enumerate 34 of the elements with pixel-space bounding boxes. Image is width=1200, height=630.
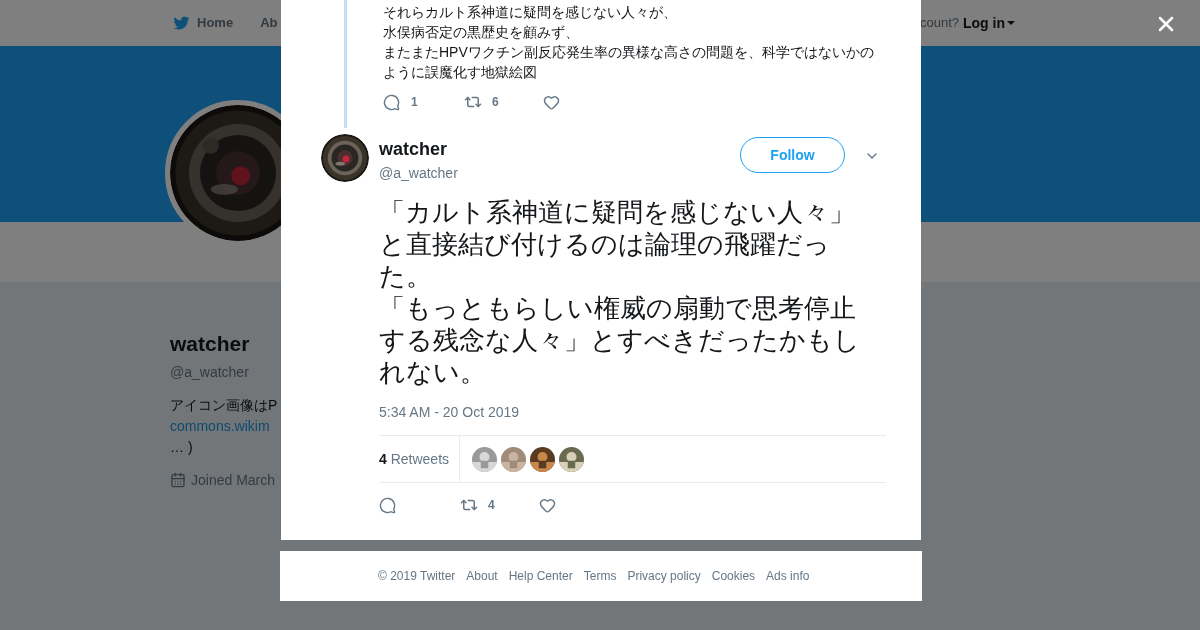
footer-link[interactable]: Terms — [583, 567, 617, 585]
footer-link[interactable]: Cookies — [711, 567, 756, 585]
calendar-icon — [170, 472, 186, 488]
account-prompt: count? — [919, 14, 959, 33]
tweet-text-line: ように誤魔化す地獄絵図 — [383, 63, 538, 82]
tweet-text: 「カルト系神道に疑問を感じない人々」と直接結び付けるのは論理の飛躍だった。 — [379, 196, 856, 292]
nav-link[interactable]: Ab — [260, 13, 278, 33]
tweet-text-line: またまたHPVワクチン副反応発生率の異様な高さの問題を、科学ではないかの — [383, 43, 874, 62]
like-icon[interactable] — [539, 496, 556, 514]
join-date: Joined March — [191, 470, 276, 490]
footer-link[interactable]: Ads info — [766, 567, 810, 585]
login-button[interactable]: Log in — [963, 12, 1015, 34]
author-handle: @a_watcher — [379, 164, 458, 183]
reply-button[interactable]: 1 — [383, 93, 463, 111]
footer-link[interactable]: Privacy policy — [627, 567, 701, 585]
retweet-button[interactable]: 6 — [463, 93, 543, 111]
retweet-button[interactable]: 4 — [459, 496, 539, 514]
footer-link[interactable]: Help Center — [508, 567, 573, 585]
like-icon[interactable] — [543, 93, 560, 111]
reply-icon[interactable] — [379, 496, 396, 514]
retweet-count[interactable]: 4 Retweets — [379, 448, 450, 470]
profile-bio: アイコン画像はP — [170, 395, 279, 415]
tweet-text: 「もっともらしい権威の扇動で思考停止する残念な人々」とすべきだったかもしれない。 — [379, 292, 861, 388]
profile-handle: @a_watcher — [170, 362, 250, 382]
reply-icon — [383, 93, 400, 111]
tweet-text-line: 水俣病否定の黒歴史を顧みず、 — [383, 23, 580, 42]
footer-link[interactable]: © 2019 Twitter — [378, 567, 456, 585]
tweet-timestamp: 5:34 AM - 20 Oct 2019 — [379, 403, 521, 422]
footer-link[interactable]: About — [466, 567, 498, 585]
nav-link[interactable]: Home — [197, 13, 234, 33]
tweet-text-line: それらカルト系神道に疑問を感じない人々が、 — [383, 3, 678, 22]
author-name: watcher — [379, 138, 449, 161]
profile-bio-end: … ) — [170, 437, 194, 457]
profile-name: watcher — [170, 331, 251, 357]
